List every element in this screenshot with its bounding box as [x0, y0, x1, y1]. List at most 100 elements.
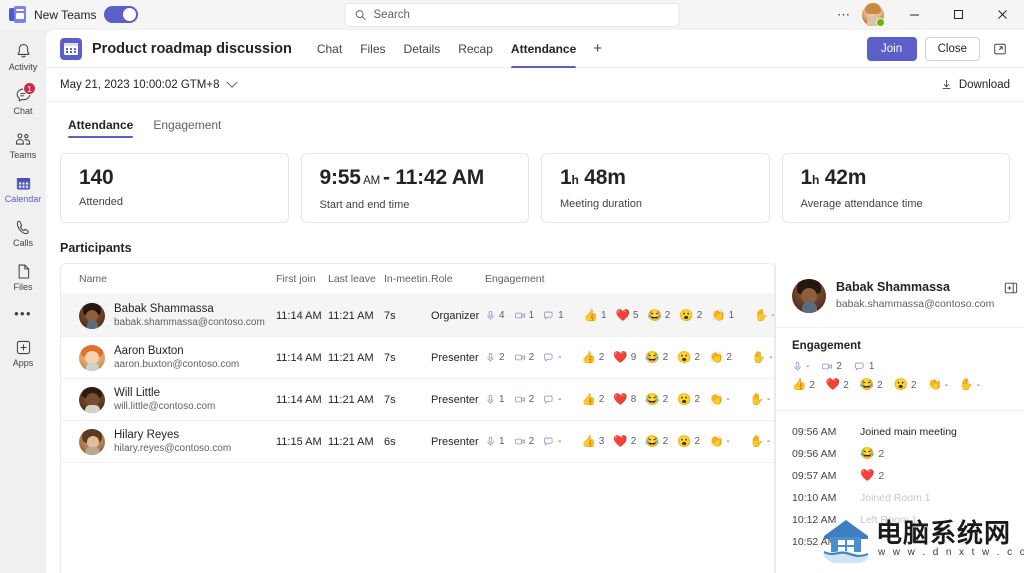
participant-email: will.little@contoso.com	[114, 401, 216, 412]
meeting-header: Product roadmap discussion Chat Files De…	[46, 30, 1024, 68]
tab-details[interactable]: Details	[395, 30, 450, 68]
reaction-laugh: 😂 2	[645, 394, 668, 406]
reaction-heart: ❤️ 2	[613, 436, 636, 448]
calendar-icon	[16, 177, 30, 190]
reaction-raise-hand: ✋ -	[750, 436, 771, 448]
reaction-heart: ❤️ 9	[613, 352, 636, 364]
stat-cards: 140 Attended 9:55 AM - 11:42 AM Start an…	[46, 141, 1024, 223]
tab-attendance[interactable]: Attendance	[502, 30, 585, 68]
heart-icon: ❤️	[613, 351, 628, 364]
timeline-row: 09:56 AM Joined main meeting	[792, 421, 1008, 443]
timeline-count: 2	[878, 470, 885, 482]
settings-more-icon[interactable]: ⋯	[830, 0, 858, 30]
maximize-button[interactable]	[936, 0, 980, 30]
stat-attended-label: Attended	[79, 196, 124, 208]
tab-recap[interactable]: Recap	[449, 30, 502, 68]
detail-mic-item: -	[792, 361, 809, 372]
surprised-count: 2	[694, 436, 701, 447]
new-teams-toggle[interactable]	[104, 6, 139, 23]
activity-group: 1 2 -	[485, 394, 561, 405]
chat-bubble-icon	[855, 362, 864, 371]
reaction-group: 👍 2 ❤️ 9 😂 2 😮 2 👏 2	[581, 352, 731, 364]
reaction-surprised: 😮 2	[677, 394, 700, 406]
cell-first-join: 11:14 AM	[276, 336, 328, 379]
heart-count: 2	[630, 436, 637, 447]
detail-laugh-count: 2	[877, 379, 883, 391]
tab-chat[interactable]: Chat	[308, 30, 351, 68]
pop-out-button[interactable]	[988, 37, 1012, 61]
cell-last-leave: 11:21 AM	[328, 336, 384, 379]
timeline-time: 09:56 AM	[792, 448, 837, 460]
participant-text: Will Little will.little@contoso.com	[114, 386, 215, 413]
applause-icon: 👏	[709, 351, 724, 364]
close-window-button[interactable]	[980, 0, 1024, 30]
camera-icon-item: 2	[514, 352, 534, 363]
presence-available-icon	[876, 17, 885, 27]
sidebar-item-chat[interactable]: 1 Chat	[1, 80, 45, 122]
thumbs-up-icon: 👍	[581, 351, 596, 364]
raise-hand-icon: ✋	[754, 309, 769, 322]
download-icon	[942, 80, 951, 90]
mic-count: 4	[499, 310, 505, 321]
participant-name: Will Little	[114, 387, 161, 399]
expand-panel-button[interactable]	[1004, 279, 1018, 297]
applause-count: 2	[726, 352, 732, 363]
minimize-icon	[909, 14, 919, 16]
add-tab-button[interactable]: +	[585, 30, 610, 68]
detail-reaction-laugh: 😂 2	[860, 379, 883, 391]
subtab-engagement[interactable]: Engagement	[145, 114, 229, 141]
sidebar-more-icon[interactable]: •••	[14, 300, 32, 326]
sidebar-item-calendar[interactable]: Calendar	[1, 168, 45, 210]
session-selector-row: May 21, 2023 10:00:02 GTM+8 Download	[46, 68, 1024, 102]
search-placeholder-text: Search	[373, 9, 410, 21]
minimize-button[interactable]	[892, 0, 936, 30]
body-wrapper: Activity 1 Chat Teams Calendar Calls Fil…	[0, 30, 1024, 573]
close-button[interactable]: Close	[924, 36, 980, 61]
sidebar-item-calls[interactable]: Calls	[1, 212, 45, 254]
chat-count: -	[558, 352, 562, 363]
sidebar-item-activity[interactable]: Activity	[1, 36, 45, 78]
table-row[interactable]: Will Little will.little@contoso.com 11:1…	[61, 378, 774, 421]
laugh-icon: 😂	[860, 448, 875, 460]
timeline-time: 09:56 AM	[792, 426, 837, 438]
detail-raise-hand-count: -	[976, 379, 980, 391]
applause-icon: 👏	[709, 435, 724, 448]
laugh-count: 2	[662, 436, 669, 447]
search-input[interactable]: Search	[344, 3, 680, 27]
chat-icon-item: -	[543, 436, 561, 447]
stat-card-time: 9:55 AM - 11:42 AM Start and end time	[300, 153, 529, 223]
cell-role: Presenter	[431, 378, 485, 421]
user-avatar[interactable]	[862, 2, 885, 27]
surprised-icon: 😮	[677, 435, 692, 448]
engagement-cell: 1 2 -	[485, 393, 770, 406]
expand-panel-icon	[1005, 282, 1018, 294]
table-row[interactable]: Babak Shammassa babak.shammassa@contoso.…	[61, 294, 774, 337]
stat-duration-label: Meeting duration	[560, 198, 642, 210]
avatar	[79, 386, 105, 413]
sidebar-item-files[interactable]: Files	[1, 256, 45, 298]
reaction-applause: 👏 1	[711, 310, 734, 322]
table-row[interactable]: Aaron Buxton aaron.buxton@contoso.com 11…	[61, 336, 774, 379]
search-icon	[355, 10, 366, 20]
thumbs-up-icon: 👍	[792, 379, 807, 391]
activity-group: 2 2 -	[485, 352, 561, 363]
pop-out-icon	[994, 43, 1006, 54]
camera-icon	[514, 312, 525, 319]
participants-table-panel: Name First join Last leave In-meetin... …	[60, 263, 775, 573]
apps-plus-icon	[16, 340, 30, 355]
table-row[interactable]: Hilary Reyes hilary.reyes@contoso.com 11…	[61, 420, 774, 463]
surprised-count: 2	[694, 394, 701, 405]
table-body: Babak Shammassa babak.shammassa@contoso.…	[61, 294, 774, 463]
thumbs-up-icon: 👍	[583, 309, 599, 322]
laugh-icon: 😂	[645, 393, 660, 406]
join-button[interactable]: Join	[866, 36, 917, 61]
download-button[interactable]: Download	[940, 78, 1010, 91]
participant-identity: Babak Shammassa babak.shammassa@contoso.…	[79, 302, 272, 329]
session-date-dropdown[interactable]: May 21, 2023 10:00:02 GTM+8	[60, 76, 238, 91]
activity-group: 1 2 -	[485, 436, 561, 447]
sidebar-item-teams[interactable]: Teams	[1, 124, 45, 166]
subtab-attendance[interactable]: Attendance	[60, 114, 141, 141]
participant-email: aaron.buxton@contoso.com	[114, 359, 240, 370]
sidebar-item-apps[interactable]: Apps	[1, 332, 45, 374]
tab-files[interactable]: Files	[351, 30, 394, 68]
